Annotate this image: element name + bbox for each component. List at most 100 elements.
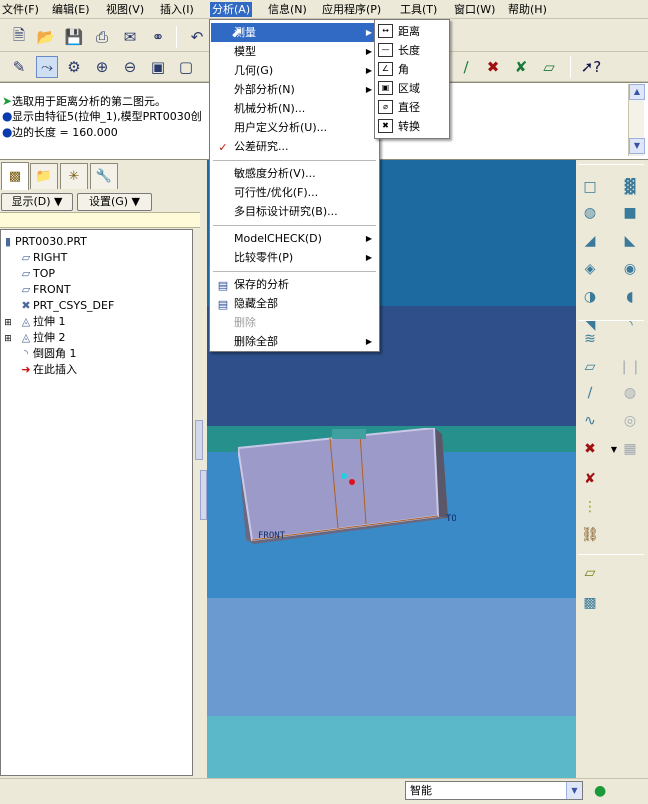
print-icon[interactable]: ⎙: [91, 26, 113, 48]
point-icon[interactable]: ✖: [578, 438, 602, 460]
round-edge-icon[interactable]: ◝: [618, 314, 642, 336]
annotation-feature-icon[interactable]: ▩: [578, 592, 602, 614]
tree-item-front[interactable]: ▱ FRONT: [19, 282, 71, 298]
tree-item-right[interactable]: ▱ RIGHT: [19, 250, 68, 266]
tree-item-extrude-1[interactable]: ⊞ ◬ 拉伸 1: [3, 314, 65, 331]
menu-item-diameter[interactable]: ⌀ 直径: [376, 98, 448, 117]
annotation-icon[interactable]: ▱: [578, 562, 602, 584]
display-dropdown[interactable]: 显示(D) ▼: [1, 193, 73, 211]
menu-file[interactable]: 文件(F): [0, 2, 41, 17]
select-edge-icon[interactable]: ⤳: [36, 56, 58, 78]
link-icon[interactable]: ⚭: [147, 26, 169, 48]
zoom-in-icon[interactable]: ⊕: [91, 56, 113, 78]
menu-item-sensitivity[interactable]: 敏感度分析(V)...: [211, 164, 378, 183]
menu-item-distance[interactable]: ↔ 距离: [376, 22, 448, 41]
tab-folder-browser[interactable]: 📁: [30, 163, 58, 189]
menu-item-multi-objective[interactable]: 多目标设计研究(B)...: [211, 202, 378, 221]
blend-icon[interactable]: ◖: [618, 286, 642, 308]
menu-item-hide-all[interactable]: ▤ 隐藏全部: [211, 294, 378, 313]
menu-item-tolerance-study[interactable]: ✓ 公差研究...: [211, 137, 378, 156]
panel-collapse-handle[interactable]: [195, 420, 203, 460]
zoom-out-icon[interactable]: ⊖: [119, 56, 141, 78]
menu-item-mechanism-analysis[interactable]: 机械分析(N)...: [211, 99, 378, 118]
message-line: ➤选取用于距离分析的第二图元。: [2, 94, 166, 108]
expand-icon[interactable]: ⊞: [3, 315, 13, 331]
menu-tools[interactable]: 工具(T): [398, 2, 439, 17]
menu-item-transform[interactable]: ✖ 转换: [376, 117, 448, 136]
datum-point-icon[interactable]: ✖: [482, 56, 504, 78]
chamfer-icon[interactable]: ◣: [618, 230, 642, 252]
shell-icon[interactable]: ▓: [618, 176, 642, 198]
scroll-up-icon[interactable]: ▲: [629, 84, 645, 100]
tree-item-root[interactable]: ▮ PRT0030.PRT: [1, 234, 87, 250]
reorient-icon[interactable]: ▢: [175, 56, 197, 78]
context-help-icon[interactable]: ➚?: [580, 56, 602, 78]
tab-model-tree[interactable]: ▩: [1, 162, 29, 190]
mouse-cursor-icon: ⬈: [231, 25, 243, 41]
tree-item-round-1[interactable]: ◝ 倒圆角 1: [19, 346, 77, 362]
expand-icon[interactable]: ⊞: [3, 331, 13, 347]
menu-item-angle[interactable]: ∠ 角: [376, 60, 448, 79]
menu-item-user-defined-analysis[interactable]: 用户定义分析(U)...: [211, 118, 378, 137]
menu-item-saved-analysis[interactable]: ▤ 保存的分析: [211, 275, 378, 294]
undo-icon[interactable]: ↶: [186, 26, 208, 48]
menu-item-feasibility[interactable]: 可行性/优化(F)...: [211, 183, 378, 202]
menu-item-area[interactable]: ▣ 区域: [376, 79, 448, 98]
tab-favorites[interactable]: ✳: [60, 163, 88, 189]
tree-item-insert-here[interactable]: ➜ 在此插入: [19, 362, 77, 378]
menu-analysis[interactable]: 分析(A): [210, 2, 253, 17]
menu-help[interactable]: 帮助(H): [506, 2, 549, 17]
menu-window[interactable]: 窗口(W): [452, 2, 497, 17]
revolve-icon[interactable]: ◉: [618, 258, 642, 280]
refit-icon[interactable]: ▣: [147, 56, 169, 78]
datum-axis-icon[interactable]: ∕: [455, 56, 477, 78]
submenu-arrow-icon: ▶: [365, 66, 372, 75]
submenu-arrow-icon: ▶: [365, 47, 372, 56]
menu-view[interactable]: 视图(V): [104, 2, 146, 17]
rib-icon[interactable]: ◍: [578, 202, 602, 224]
chevron-down-icon[interactable]: ▼: [566, 782, 582, 799]
new-file-icon[interactable]: 🗎: [8, 26, 30, 48]
settings-dropdown[interactable]: 设置(G) ▼: [77, 193, 152, 211]
message-scrollbar[interactable]: ▲ ▼: [628, 84, 645, 156]
menu-item-length[interactable]: — 长度: [376, 41, 448, 60]
menu-item-external-analysis[interactable]: 外部分析(N) ▶: [211, 80, 378, 99]
hole-icon[interactable]: □: [578, 176, 602, 198]
csys-icon[interactable]: ✘: [578, 468, 602, 490]
send-mail-icon[interactable]: ✉: [119, 26, 141, 48]
menu-insert[interactable]: 插入(I): [158, 2, 196, 17]
panel-expand-handle[interactable]: [200, 470, 207, 520]
menu-edit[interactable]: 编辑(E): [50, 2, 92, 17]
datum-csys-icon[interactable]: ✘: [510, 56, 532, 78]
open-folder-icon[interactable]: 📂: [35, 26, 57, 48]
orient-icon[interactable]: ⚙: [63, 56, 85, 78]
menu-item-delete-all[interactable]: 删除全部 ▶: [211, 332, 378, 351]
tree-item-csys[interactable]: ✖ PRT_CSYS_DEF: [19, 298, 114, 314]
round-feature-icon[interactable]: ◢: [578, 230, 602, 252]
menu-info[interactable]: 信息(N): [266, 2, 309, 17]
selection-filter-select[interactable]: 智能 ▼: [405, 781, 583, 800]
curve-icon[interactable]: ∿: [578, 410, 602, 432]
connect-icon[interactable]: ⛓: [578, 524, 602, 546]
menu-item-geometry[interactable]: 几何(G) ▶: [211, 61, 378, 80]
save-icon[interactable]: 💾: [63, 26, 85, 48]
traffic-light-icon[interactable]: ●: [594, 781, 606, 801]
scroll-down-icon[interactable]: ▼: [629, 138, 645, 154]
datum-plane-icon[interactable]: ▱: [538, 56, 560, 78]
analysis-feature-icon[interactable]: ⋮: [578, 496, 602, 518]
regenerate-icon[interactable]: ✎: [8, 56, 30, 78]
axis-icon[interactable]: ∕: [578, 382, 602, 404]
sketch-pattern-icon[interactable]: ≋: [578, 328, 602, 350]
sweep-icon[interactable]: ◑: [578, 286, 602, 308]
tab-connections[interactable]: 🔧: [90, 163, 118, 189]
draft-icon[interactable]: ■: [618, 202, 642, 224]
menu-applications[interactable]: 应用程序(P): [320, 2, 383, 17]
plane-icon[interactable]: ▱: [578, 356, 602, 378]
tree-item-top[interactable]: ▱ TOP: [19, 266, 55, 282]
menu-item-compare-parts[interactable]: 比较零件(P) ▶: [211, 248, 378, 267]
tree-item-extrude-2[interactable]: ⊞ ◬ 拉伸 2: [3, 330, 65, 347]
menu-item-modelcheck[interactable]: ModelCHECK(D) ▶: [211, 229, 378, 248]
part-model[interactable]: FRONT TOP: [238, 428, 456, 544]
menu-item-model[interactable]: 模型 ▶: [211, 42, 378, 61]
extrude-icon[interactable]: ◈: [578, 258, 602, 280]
